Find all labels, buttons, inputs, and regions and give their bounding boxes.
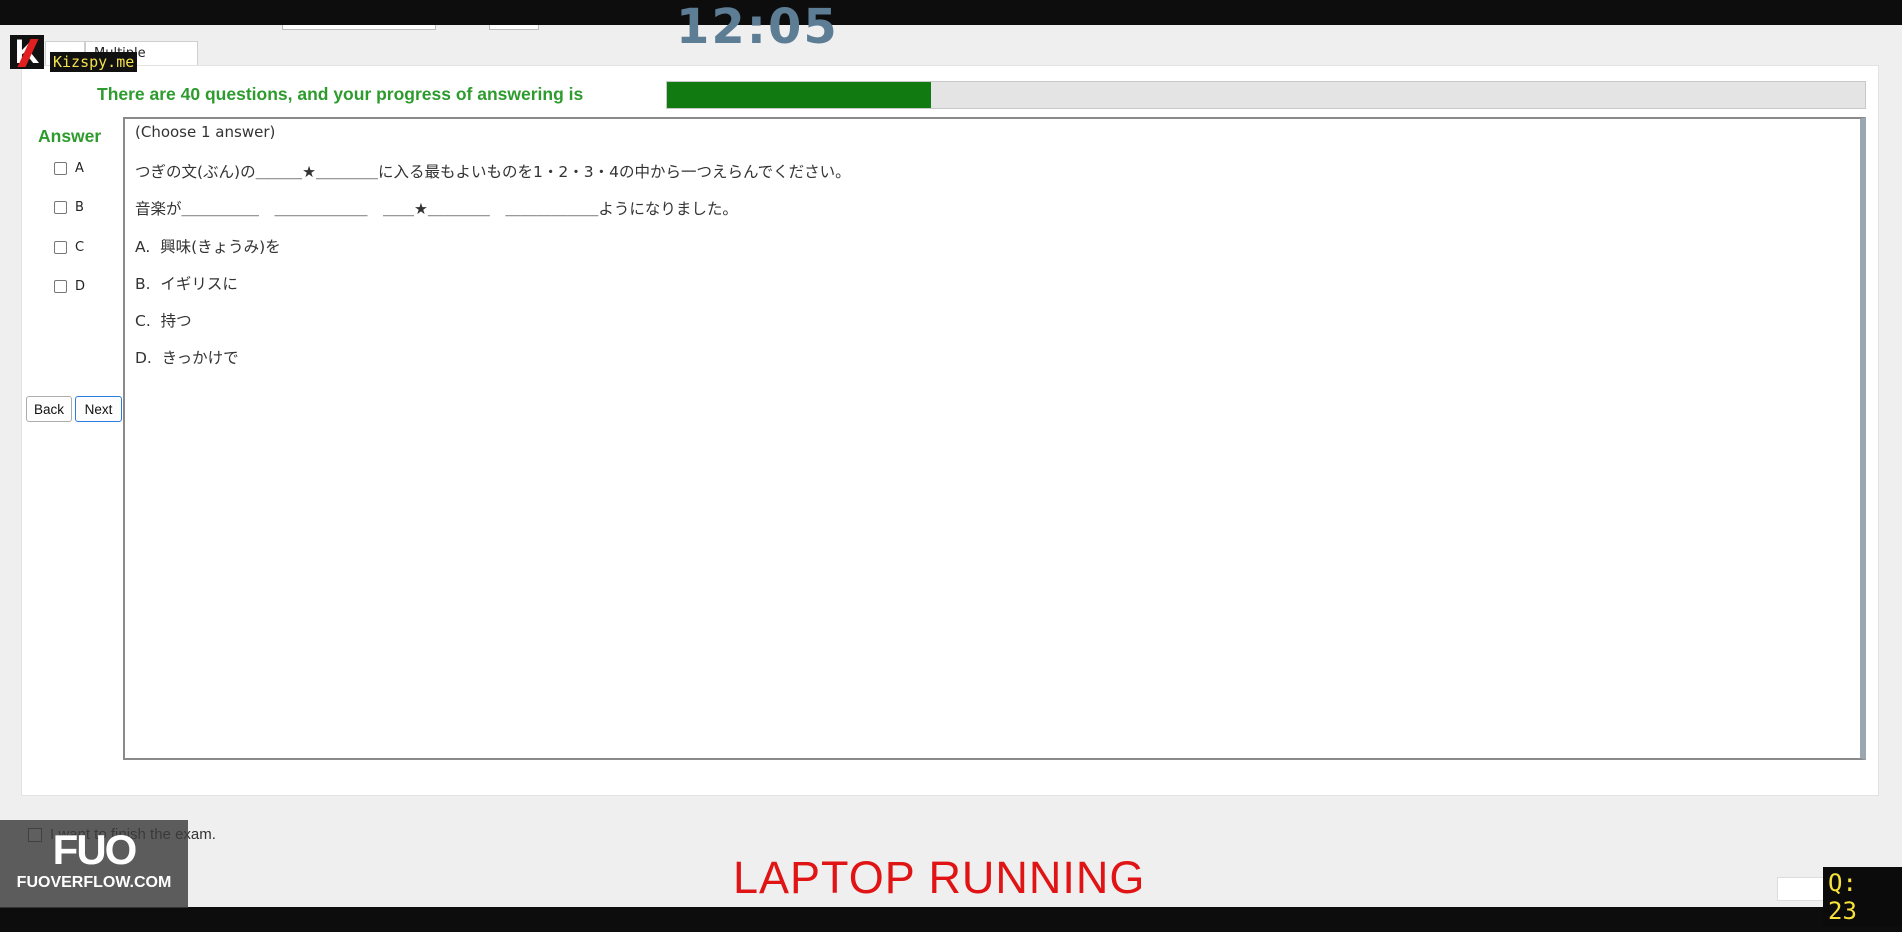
answer-heading: Answer xyxy=(38,126,102,146)
question-choice-a: A. 興味(きょうみ)を xyxy=(135,238,281,256)
laptop-running-label: LAPTOP RUNNING xyxy=(733,852,1146,903)
exam-window: 12:05 … Multiple Choices There are 40 qu… xyxy=(0,3,1902,907)
kizspy-logo-icon: K xyxy=(10,35,44,69)
answer-checkbox-a[interactable] xyxy=(54,162,67,175)
kizspy-label: Kizspy.me xyxy=(50,52,138,72)
question-choice-d: D. きっかけで xyxy=(135,349,239,367)
question-choice-b: B. イギリスに xyxy=(135,275,238,293)
answer-option-c[interactable]: C xyxy=(54,240,84,255)
exam-timer: 12:05 xyxy=(676,0,839,55)
question-instruction: (Choose 1 answer) xyxy=(135,123,276,141)
progress-bar xyxy=(666,81,1866,109)
toolbar-dropdown[interactable] xyxy=(282,25,436,30)
answer-option-b[interactable]: B xyxy=(54,200,84,215)
answer-option-d[interactable]: D xyxy=(54,279,85,294)
bottom-right-box xyxy=(1777,877,1825,901)
question-sentence: 音楽が＿＿＿＿＿ ＿＿＿＿＿＿ ＿＿★＿＿＿＿ ＿＿＿＿＿＿ようになりました。 xyxy=(135,200,738,218)
fuo-site-text: FUOVERFLOW.COM xyxy=(16,874,172,891)
answer-option-a[interactable]: A xyxy=(54,161,84,176)
next-button[interactable]: Next xyxy=(75,396,122,422)
answer-checkbox-c[interactable] xyxy=(54,241,67,254)
question-prompt: つぎの文(ぶん)の＿＿＿★＿＿＿＿に入る最もよいものを1・2・3・4の中から一つ… xyxy=(135,163,851,181)
progress-label: There are 40 questions, and your progres… xyxy=(97,84,584,104)
toolbar-input[interactable] xyxy=(489,25,539,30)
fuo-logo-text: FUO xyxy=(52,826,138,873)
progress-bar-fill xyxy=(667,82,931,108)
answer-checkbox-b[interactable] xyxy=(54,201,67,214)
fuoverflow-watermark: FUO FUOVERFLOW.COM xyxy=(0,820,188,908)
question-textbox[interactable]: (Choose 1 answer) つぎの文(ぶん)の＿＿＿★＿＿＿＿に入る最も… xyxy=(123,117,1866,760)
answer-option-label: D xyxy=(75,279,86,294)
question-choice-c: C. 持つ xyxy=(135,312,192,330)
answer-option-label: A xyxy=(75,161,84,176)
question-counter: Q: 23 xyxy=(1823,867,1902,927)
answer-option-label: B xyxy=(75,200,84,215)
answer-option-label: C xyxy=(75,240,85,255)
back-button[interactable]: Back xyxy=(26,396,72,422)
answer-checkbox-d[interactable] xyxy=(54,280,67,293)
